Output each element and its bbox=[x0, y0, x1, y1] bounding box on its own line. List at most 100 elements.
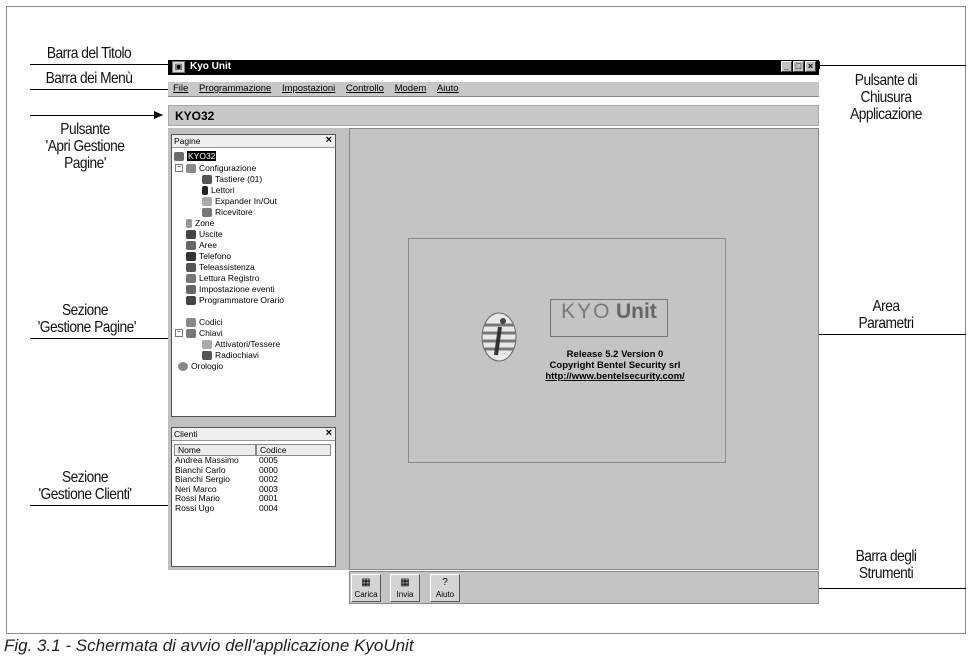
teleassistance-icon bbox=[186, 262, 196, 272]
tree-node-orologio[interactable]: Orologio bbox=[178, 361, 223, 371]
annotation-menu-bar-underline bbox=[30, 89, 168, 90]
annotation-session-arrow bbox=[30, 111, 163, 119]
annotation-close-arrow bbox=[811, 61, 966, 69]
tree-node-label: Ricevitore bbox=[215, 207, 253, 217]
annotation-open-pages-button: Pulsante 'Apri Gestione Pagine' bbox=[45, 121, 125, 172]
invia-button[interactable]: ▦ Invia bbox=[390, 574, 420, 602]
tree-node-telefono[interactable]: Telefono bbox=[186, 251, 231, 261]
tree-node-radiochiavi[interactable]: Radiochiavi bbox=[202, 350, 259, 360]
tree-node-label: Lettori bbox=[211, 185, 235, 195]
copyright-text: Copyright Bentel Security srl bbox=[549, 360, 681, 371]
annotation-title-bar-underline bbox=[30, 64, 168, 65]
table-row[interactable]: Rossi Ugo 0004 bbox=[172, 502, 335, 514]
tree-node-label: Aree bbox=[199, 240, 217, 250]
expander-icon bbox=[202, 196, 212, 206]
tree-node-label: Zone bbox=[195, 218, 215, 228]
activator-icon bbox=[202, 339, 212, 349]
events-icon bbox=[186, 284, 196, 294]
menu-modem[interactable]: Modem bbox=[395, 82, 427, 96]
area-icon bbox=[186, 240, 196, 250]
tree-node-attivatori[interactable]: Attivatori/Tessere bbox=[202, 339, 280, 349]
scheduler-icon bbox=[186, 295, 196, 305]
menu-controllo[interactable]: Controllo bbox=[346, 82, 384, 96]
tree-node-aree[interactable]: Aree bbox=[186, 240, 217, 250]
tree-node-teleassistenza[interactable]: Teleassistenza bbox=[186, 262, 255, 272]
clients-table: Nome Codice Andrea Massimo 0005 Bianchi … bbox=[172, 444, 335, 514]
keypad-icon bbox=[202, 174, 212, 184]
receiver-icon bbox=[202, 207, 212, 217]
phone-icon bbox=[186, 251, 196, 261]
client-code: 0004 bbox=[259, 502, 278, 513]
clients-panel-title: Clienti bbox=[174, 429, 198, 439]
tree-node-chiavi[interactable]: − Chiavi bbox=[175, 328, 223, 338]
tree-node-programmatore-orario[interactable]: Programmatore Orario bbox=[186, 295, 284, 305]
tree-node-impostazione-eventi[interactable]: Impostazione eventi bbox=[186, 284, 275, 294]
tree-node-label: Chiavi bbox=[199, 328, 223, 338]
collapse-icon[interactable]: − bbox=[175, 329, 183, 337]
tree-node-root[interactable]: KYO32 bbox=[174, 151, 217, 161]
tree-node-label: Radiochiavi bbox=[215, 350, 259, 360]
annotation-menu-bar: Barra dei Menù bbox=[45, 70, 133, 87]
annotation-clients-section: Sezione 'Gestione Clienti' bbox=[38, 469, 132, 503]
annotation-title-bar: Barra del Titolo bbox=[46, 45, 132, 62]
window-title: Kyo Unit bbox=[190, 61, 232, 72]
aiuto-button[interactable]: ? Aiuto bbox=[430, 574, 460, 602]
annotation-toolbar: Barra degli Strumenti bbox=[855, 548, 917, 582]
radio-key-icon bbox=[202, 350, 212, 360]
tree-node-codici[interactable]: Codici bbox=[186, 317, 223, 327]
menu-aiuto[interactable]: Aiuto bbox=[437, 82, 459, 96]
website-link[interactable]: http://www.bentelsecurity.com/ bbox=[490, 371, 740, 382]
tree-node-configurazione[interactable]: − Configurazione bbox=[175, 163, 256, 173]
session-name: KYO32 bbox=[175, 109, 215, 123]
zone-icon bbox=[186, 218, 192, 228]
menu-programmazione[interactable]: Programmazione bbox=[199, 82, 271, 96]
tree-node-lettori[interactable]: Lettori bbox=[202, 185, 235, 195]
tree-node-label: Tastiere (01) bbox=[215, 174, 263, 184]
release-info: Release 5.2 Version 0 Copyright Bentel S… bbox=[490, 349, 740, 382]
tree-node-label: Programmatore Orario bbox=[199, 295, 285, 305]
tree-node-uscite[interactable]: Uscite bbox=[186, 229, 223, 239]
tree-node-tastiere[interactable]: Tastiere (01) bbox=[202, 174, 262, 184]
computer-icon bbox=[174, 151, 184, 161]
config-icon bbox=[186, 163, 196, 173]
codes-icon bbox=[186, 317, 196, 327]
window-controls: _ □ × bbox=[781, 61, 816, 72]
clients-panel-close-button[interactable]: × bbox=[326, 427, 332, 439]
reader-icon bbox=[202, 185, 208, 195]
tree-node-label: Expander In/Out bbox=[215, 196, 277, 206]
clients-panel-header: Clienti × bbox=[172, 427, 335, 441]
tree-node-label: KYO32 bbox=[187, 151, 217, 161]
title-bar: ▣ Kyo Unit _ □ × bbox=[168, 60, 819, 75]
logo-bold-text: Unit bbox=[615, 300, 657, 323]
pages-panel-close-button[interactable]: × bbox=[326, 134, 332, 146]
tree-node-label: Lettura Registro bbox=[199, 273, 260, 283]
menu-impostazioni[interactable]: Impostazioni bbox=[282, 82, 335, 96]
tree-node-label: Codici bbox=[199, 317, 223, 327]
load-icon: ▦ bbox=[361, 577, 371, 588]
annotation-close-button: Pulsante di Chiusura Applicazione bbox=[850, 72, 922, 123]
close-button[interactable]: × bbox=[805, 61, 816, 72]
tree-node-label: Attivatori/Tessere bbox=[215, 339, 281, 349]
tree-node-zone[interactable]: Zone bbox=[186, 218, 214, 228]
carica-button[interactable]: ▦ Carica bbox=[351, 574, 381, 602]
figure-caption: Fig. 3.1 - Schermata di avvio dell'appli… bbox=[4, 636, 414, 655]
tree-node-ricevitore[interactable]: Ricevitore bbox=[202, 207, 253, 217]
minimize-button[interactable]: _ bbox=[781, 61, 792, 72]
menu-bar: File Programmazione Impostazioni Control… bbox=[168, 82, 819, 97]
menu-file[interactable]: File bbox=[173, 82, 188, 96]
maximize-button[interactable]: □ bbox=[793, 61, 804, 72]
pages-panel-header: Pagine × bbox=[172, 134, 335, 148]
tree-node-expander[interactable]: Expander In/Out bbox=[202, 196, 277, 206]
collapse-icon[interactable]: − bbox=[175, 164, 183, 172]
log-icon bbox=[186, 273, 196, 283]
tree-node-label: Impostazione eventi bbox=[199, 284, 275, 294]
send-icon: ▦ bbox=[400, 577, 410, 588]
tree-node-lettura-registro[interactable]: Lettura Registro bbox=[186, 273, 259, 283]
button-label: Aiuto bbox=[435, 590, 455, 599]
app-icon[interactable]: ▣ bbox=[172, 61, 185, 73]
pages-panel-title: Pagine bbox=[174, 136, 201, 146]
clock-icon bbox=[178, 361, 188, 371]
keys-icon bbox=[186, 328, 196, 338]
annotation-params-area: Area Parametri bbox=[858, 298, 914, 332]
tree-node-label: Teleassistenza bbox=[199, 262, 255, 272]
